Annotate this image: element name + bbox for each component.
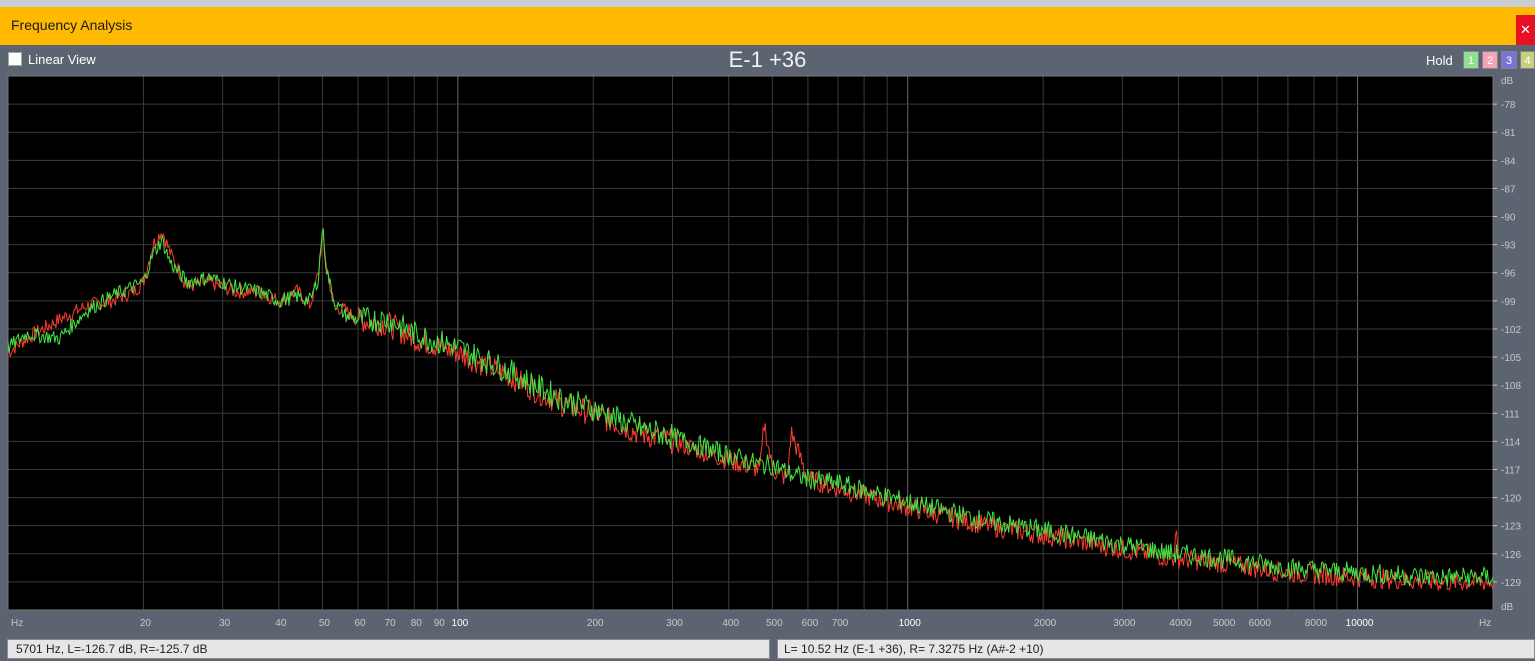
toolbar: Linear View E-1 +36 Hold 1 2 3 4 bbox=[0, 45, 1535, 75]
x-tick-label: 700 bbox=[832, 618, 849, 629]
x-tick-label: 10000 bbox=[1346, 618, 1374, 629]
x-tick-label: 30 bbox=[219, 618, 231, 629]
hold-button-4[interactable]: 4 bbox=[1520, 51, 1535, 69]
pitch-readout: L= 10.52 Hz (E-1 +36), R= 7.3275 Hz (A#-… bbox=[777, 639, 1535, 659]
y-tick-label: -102 bbox=[1501, 325, 1521, 336]
x-tick-label: 200 bbox=[587, 618, 604, 629]
y-tick-label: -96 bbox=[1501, 269, 1516, 280]
x-tick-label: 500 bbox=[766, 618, 783, 629]
hold-button-2[interactable]: 2 bbox=[1482, 51, 1498, 69]
plot-background bbox=[8, 76, 1493, 610]
hold-button-1[interactable]: 1 bbox=[1463, 51, 1479, 69]
x-tick-label: 600 bbox=[802, 618, 819, 629]
y-tick-label: -81 bbox=[1501, 128, 1516, 139]
spectrum-panel: 20 30 40 50 60 70 80 90 100 200 300 400 500 600 700 100… bbox=[0, 73, 1535, 635]
x-tick-label: 4000 bbox=[1169, 618, 1192, 629]
x-tick-label: 2000 bbox=[1034, 618, 1057, 629]
spectrum-plot[interactable]: 20 30 40 50 60 70 80 90 100 200 300 400 500 600 700 100… bbox=[0, 73, 1535, 635]
y-tick-label: -117 bbox=[1501, 465, 1521, 476]
y-tick-label: -111 bbox=[1501, 409, 1520, 420]
x-tick-label: 60 bbox=[354, 618, 366, 629]
y-tick-label: -126 bbox=[1501, 550, 1521, 561]
y-tick-label: -108 bbox=[1501, 381, 1521, 392]
y-unit-label-top: dB bbox=[1501, 76, 1514, 87]
y-tick-label: -105 bbox=[1501, 353, 1521, 364]
x-tick-label: 70 bbox=[385, 618, 397, 629]
window-top-edge bbox=[0, 0, 1535, 7]
y-tick-label: -84 bbox=[1501, 156, 1516, 167]
y-tick-label: -93 bbox=[1501, 241, 1516, 252]
close-button[interactable]: ✕ bbox=[1516, 15, 1535, 45]
x-unit-label-right: Hz bbox=[1479, 618, 1491, 629]
x-tick-label: 300 bbox=[666, 618, 683, 629]
x-tick-label: 3000 bbox=[1113, 618, 1136, 629]
x-tick-label: 1000 bbox=[899, 618, 922, 629]
y-unit-label-bottom: dB bbox=[1501, 602, 1514, 613]
y-tick-label: -129 bbox=[1501, 578, 1521, 589]
y-tick-label: -120 bbox=[1501, 494, 1521, 505]
x-tick-label: 90 bbox=[434, 618, 446, 629]
x-tick-label: 100 bbox=[452, 618, 469, 629]
x-tick-label: 8000 bbox=[1305, 618, 1328, 629]
y-tick-label: -87 bbox=[1501, 184, 1516, 195]
x-tick-label: 400 bbox=[722, 618, 739, 629]
x-tick-label: 20 bbox=[140, 618, 152, 629]
x-tick-label: 80 bbox=[411, 618, 423, 629]
cursor-readout: 5701 Hz, L=-126.7 dB, R=-125.7 dB bbox=[7, 639, 770, 659]
x-unit-label-left: Hz bbox=[11, 618, 23, 629]
y-tick-label: -114 bbox=[1501, 437, 1521, 448]
hold-label: Hold bbox=[1426, 53, 1453, 68]
x-tick-label: 50 bbox=[319, 618, 331, 629]
y-tick-label: -123 bbox=[1501, 522, 1521, 533]
note-readout: E-1 +36 bbox=[728, 47, 807, 72]
x-tick-label: 6000 bbox=[1249, 618, 1272, 629]
hold-button-3[interactable]: 3 bbox=[1501, 51, 1517, 69]
y-tick-label: -99 bbox=[1501, 297, 1516, 308]
x-tick-label: 5000 bbox=[1213, 618, 1236, 629]
x-tick-label: 40 bbox=[275, 618, 287, 629]
status-bar: 5701 Hz, L=-126.7 dB, R=-125.7 dB L= 10.… bbox=[0, 636, 1535, 661]
y-tick-label: -78 bbox=[1501, 100, 1516, 111]
title-bar: Frequency Analysis ✕ bbox=[0, 7, 1535, 45]
window-title: Frequency Analysis bbox=[11, 17, 133, 33]
y-tick-label: -90 bbox=[1501, 213, 1516, 224]
